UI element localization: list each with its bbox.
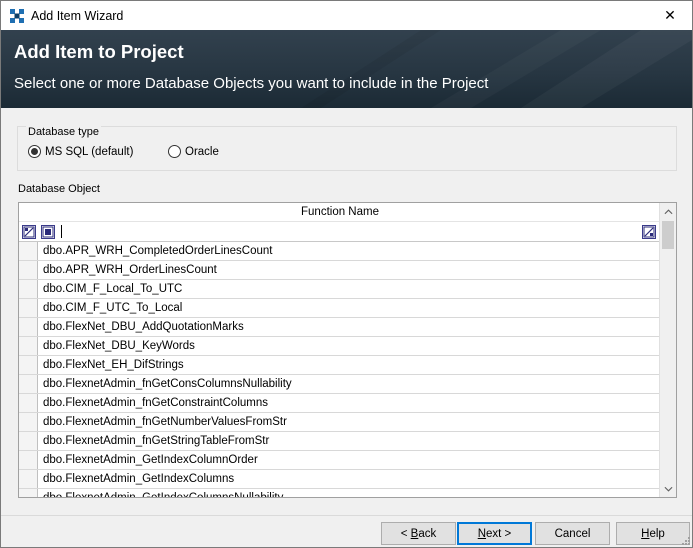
row-function-name: dbo.APR_WRH_OrderLinesCount bbox=[43, 264, 217, 276]
database-object-grid: Function Name dbo.APR_WRH_CompletedOrder… bbox=[18, 202, 677, 498]
table-row[interactable]: dbo.FlexnetAdmin_GetIndexColumns bbox=[19, 470, 661, 489]
row-selector[interactable] bbox=[19, 394, 38, 412]
row-selector[interactable] bbox=[19, 356, 38, 374]
resize-grip-icon[interactable] bbox=[680, 535, 690, 545]
table-row[interactable]: dbo.FlexNet_DBU_KeyWords bbox=[19, 337, 661, 356]
banner-title: Add Item to Project bbox=[14, 41, 184, 62]
cancel-button[interactable]: Cancel bbox=[535, 522, 610, 545]
table-row[interactable]: dbo.CIM_F_UTC_To_Local bbox=[19, 299, 661, 318]
table-row[interactable]: dbo.FlexnetAdmin_fnGetConsColumnsNullabi… bbox=[19, 375, 661, 394]
radio-oracle-label: Oracle bbox=[185, 145, 219, 158]
radio-selected-icon bbox=[28, 145, 41, 158]
object-rows: dbo.APR_WRH_CompletedOrderLinesCount dbo… bbox=[19, 242, 661, 498]
row-function-name: dbo.FlexNet_DBU_AddQuotationMarks bbox=[43, 321, 244, 333]
row-function-name: dbo.FlexnetAdmin_GetIndexColumns bbox=[43, 473, 235, 485]
table-row[interactable]: dbo.FlexnetAdmin_fnGetStringTableFromStr bbox=[19, 432, 661, 451]
table-row[interactable]: dbo.FlexnetAdmin_fnGetNumberValuesFromSt… bbox=[19, 413, 661, 432]
row-function-name: dbo.CIM_F_UTC_To_Local bbox=[43, 302, 183, 314]
row-function-name: dbo.FlexNet_DBU_KeyWords bbox=[43, 340, 195, 352]
row-selector[interactable] bbox=[19, 375, 38, 393]
chevron-up-icon bbox=[664, 208, 672, 214]
close-button[interactable]: ✕ bbox=[648, 1, 692, 30]
scroll-thumb[interactable] bbox=[662, 221, 674, 249]
row-selector[interactable] bbox=[19, 242, 38, 260]
scroll-down-button[interactable] bbox=[660, 480, 676, 497]
row-function-name: dbo.CIM_F_Local_To_UTC bbox=[43, 283, 183, 295]
filter-row bbox=[19, 222, 661, 242]
column-header-function-name[interactable]: Function Name bbox=[19, 203, 661, 222]
row-function-name: dbo.FlexNet_EH_DifStrings bbox=[43, 359, 184, 371]
row-selector[interactable] bbox=[19, 470, 38, 488]
radio-ms-sql-label: MS SQL (default) bbox=[45, 145, 134, 158]
checkbox-square-icon bbox=[42, 226, 54, 238]
row-selector[interactable] bbox=[19, 337, 38, 355]
row-function-name: dbo.FlexnetAdmin_GetIndexColumnOrder bbox=[43, 454, 258, 466]
row-function-name: dbo.FlexnetAdmin_fnGetStringTableFromStr bbox=[43, 435, 270, 447]
next-button[interactable]: Next > bbox=[457, 522, 532, 545]
clear-filter-button[interactable] bbox=[642, 225, 656, 239]
row-function-name: dbo.APR_WRH_CompletedOrderLinesCount bbox=[43, 245, 273, 257]
back-button[interactable]: < Back bbox=[381, 522, 456, 545]
window-title: Add Item Wizard bbox=[31, 8, 124, 23]
table-row[interactable]: dbo.FlexnetAdmin_GetIndexColumnOrder bbox=[19, 451, 661, 470]
radio-ms-sql[interactable]: MS SQL (default) bbox=[28, 145, 133, 158]
table-row[interactable]: dbo.CIM_F_Local_To_UTC bbox=[19, 280, 661, 299]
table-row[interactable]: dbo.FlexnetAdmin_fnGetConstraintColumns bbox=[19, 394, 661, 413]
row-selector[interactable] bbox=[19, 261, 38, 279]
table-row[interactable]: dbo.APR_WRH_CompletedOrderLinesCount bbox=[19, 242, 661, 261]
scroll-up-button[interactable] bbox=[660, 203, 676, 220]
chevron-down-icon bbox=[664, 486, 672, 492]
row-selector[interactable] bbox=[19, 280, 38, 298]
select-all-toggle-button[interactable] bbox=[22, 225, 36, 239]
row-selector[interactable] bbox=[19, 413, 38, 431]
row-function-name: dbo.FlexnetAdmin_fnGetConsColumnsNullabi… bbox=[43, 378, 292, 390]
table-row[interactable]: dbo.FlexnetAdmin_GetIndexColumnsNullabil… bbox=[19, 489, 661, 498]
row-function-name: dbo.FlexnetAdmin_GetIndexColumnsNullabil… bbox=[43, 492, 284, 498]
table-row[interactable]: dbo.FlexNet_DBU_AddQuotationMarks bbox=[19, 318, 661, 337]
row-selector[interactable] bbox=[19, 432, 38, 450]
database-type-group: Database type MS SQL (default) Oracle bbox=[17, 126, 677, 171]
row-function-name: dbo.FlexnetAdmin_fnGetNumberValuesFromSt… bbox=[43, 416, 287, 428]
row-selector[interactable] bbox=[19, 489, 38, 497]
row-selector[interactable] bbox=[19, 318, 38, 336]
close-icon: ✕ bbox=[664, 7, 676, 23]
banner-subtitle: Select one or more Database Objects you … bbox=[14, 75, 489, 92]
add-item-wizard-window: Add Item Wizard ✕ Add Item to Project Se… bbox=[0, 0, 693, 548]
filter-input-caret[interactable] bbox=[61, 225, 62, 238]
filter-input[interactable] bbox=[65, 225, 635, 239]
row-function-name: dbo.FlexnetAdmin_fnGetConstraintColumns bbox=[43, 397, 269, 409]
wizard-app-icon bbox=[10, 8, 24, 23]
radio-unselected-icon bbox=[168, 145, 181, 158]
table-row[interactable]: dbo.APR_WRH_OrderLinesCount bbox=[19, 261, 661, 280]
row-selector[interactable] bbox=[19, 451, 38, 469]
help-button[interactable]: Help bbox=[616, 522, 690, 545]
vertical-scrollbar[interactable] bbox=[659, 203, 676, 497]
row-selector[interactable] bbox=[19, 299, 38, 317]
radio-oracle[interactable]: Oracle bbox=[168, 145, 219, 158]
footer-divider bbox=[1, 515, 692, 516]
database-object-label: Database Object bbox=[18, 183, 100, 195]
invert-selection-button[interactable] bbox=[41, 225, 55, 239]
select-all-icon bbox=[23, 226, 35, 238]
clear-filter-icon bbox=[643, 226, 655, 238]
wizard-banner: Add Item to Project Select one or more D… bbox=[1, 30, 692, 108]
table-row[interactable]: dbo.FlexNet_EH_DifStrings bbox=[19, 356, 661, 375]
database-type-legend: Database type bbox=[26, 126, 101, 138]
title-bar: Add Item Wizard ✕ bbox=[1, 1, 692, 30]
